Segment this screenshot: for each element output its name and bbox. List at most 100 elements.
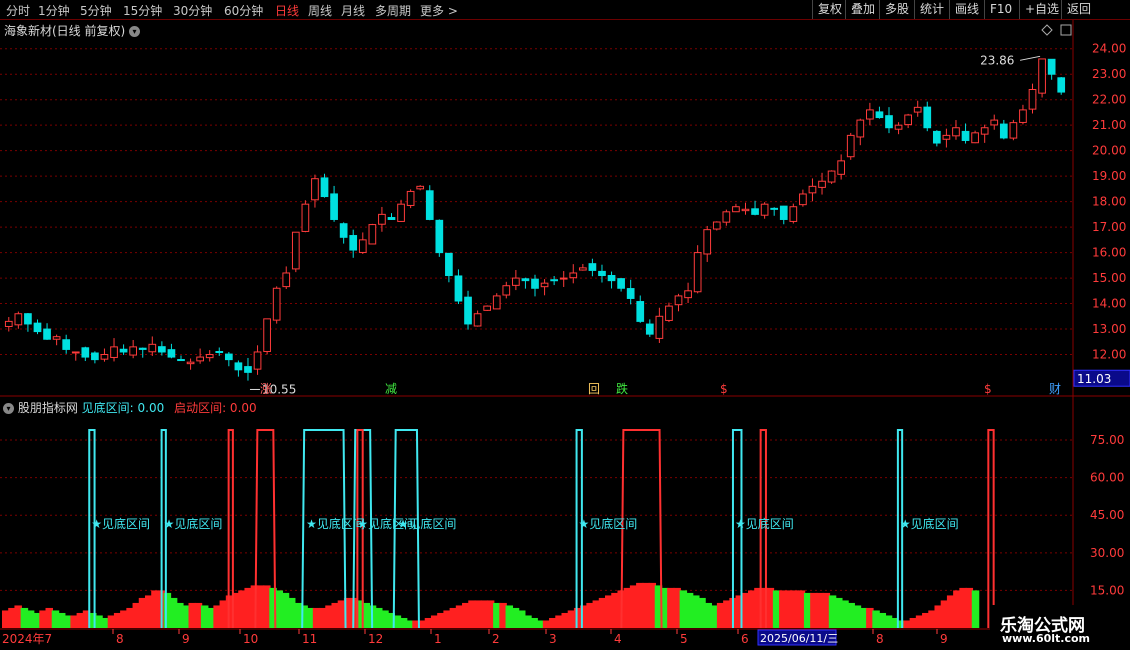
candlestick <box>980 127 989 135</box>
candlestick <box>636 301 645 322</box>
candlestick <box>1009 122 1018 139</box>
price-tick-label: 21.00 <box>1092 118 1126 132</box>
candlestick <box>818 180 826 188</box>
candlestick <box>578 267 587 271</box>
date-label: 8 <box>116 632 124 646</box>
candlestick <box>244 366 252 373</box>
stock-title: 海象新材(日线 前复权) <box>4 24 126 38</box>
price-tick-label: 24.00 <box>1092 42 1126 56</box>
cursor-date-label: 2025/06/11/三 <box>760 632 838 645</box>
event-marker: $ <box>984 382 992 396</box>
tab-5min[interactable]: 5分钟 <box>80 2 112 19</box>
candlestick <box>712 221 721 230</box>
candlestick <box>512 277 520 286</box>
candlestick <box>598 270 606 277</box>
indicator-tick-label: 60.00 <box>1090 471 1124 485</box>
candlestick <box>301 203 310 232</box>
candlestick <box>473 313 482 327</box>
price-tick-label: 13.00 <box>1092 322 1126 336</box>
tab-1min[interactable]: 1分钟 <box>38 2 70 19</box>
draw-line-button[interactable]: 画线 <box>949 0 984 19</box>
candlestick <box>119 348 128 353</box>
candlestick <box>722 211 731 223</box>
back-button[interactable]: 返回 <box>1061 0 1096 19</box>
candlestick <box>531 278 539 289</box>
candlestick <box>14 313 23 326</box>
candlestick <box>913 106 922 113</box>
price-tick-label: 14.00 <box>1092 297 1126 311</box>
candlestick <box>425 190 434 220</box>
adjust-button[interactable]: 复权 <box>812 0 847 19</box>
candlestick <box>1038 58 1046 94</box>
tab-weekly[interactable]: 周线 <box>308 2 332 19</box>
date-label: 5 <box>680 632 688 646</box>
candlestick <box>770 207 779 210</box>
indicator-tick-label: 15.00 <box>1090 583 1124 597</box>
candlestick <box>311 178 319 201</box>
candlestick <box>224 353 233 361</box>
candlestick <box>81 347 90 358</box>
candlestick <box>129 346 138 356</box>
candlestick <box>942 134 951 140</box>
bottom-zone-label: ★见底区间 <box>900 516 959 531</box>
candlestick <box>52 336 61 340</box>
indicator-tick-label: 45.00 <box>1090 508 1124 522</box>
event-marker: 跌 <box>616 381 628 396</box>
indicator-dropdown-icon[interactable]: ▾ <box>3 403 14 414</box>
indicator-tick-label: 75.00 <box>1090 433 1124 447</box>
candlestick <box>435 219 444 254</box>
date-label: 4 <box>614 632 622 646</box>
indicator-bar <box>971 590 980 628</box>
indicator-value-start: 启动区间: 0.00 <box>174 401 257 415</box>
price-tick-label: 18.00 <box>1092 195 1126 209</box>
tab-30min[interactable]: 30分钟 <box>173 2 212 19</box>
candlestick <box>167 349 176 358</box>
candlestick <box>827 170 836 183</box>
tab-multi-period[interactable]: 多周期 <box>375 2 411 19</box>
candlestick <box>588 263 597 271</box>
date-label: 11 <box>302 632 317 646</box>
price-tick-label: 15.00 <box>1092 271 1126 285</box>
candlestick <box>837 160 846 175</box>
event-marker: 财 <box>1049 382 1061 396</box>
period-toolbar: 分时 1分钟 5分钟 15分钟 30分钟 60分钟 日线 周线 月线 多周期 更… <box>0 0 1130 20</box>
stock-chart[interactable]: 12.00 13.00 14.00 15.00 16.00 17.00 18.00 19.00… <box>0 0 1130 650</box>
current-price-label: 11.03 <box>1077 372 1111 386</box>
candlestick <box>665 305 673 321</box>
candlestick <box>43 328 51 340</box>
event-marker: 涨 <box>260 381 272 396</box>
f10-button[interactable]: F10 <box>984 0 1017 19</box>
candlestick <box>521 278 530 282</box>
candlestick <box>196 356 204 362</box>
title-dropdown-icon[interactable]: ▾ <box>129 26 141 37</box>
statistics-button[interactable]: 统计 <box>914 0 949 19</box>
candlestick <box>760 203 769 216</box>
tab-daily[interactable]: 日线 <box>275 2 299 19</box>
tab-intraday[interactable]: 分时 <box>6 2 30 19</box>
candlestick <box>674 295 683 306</box>
price-tick-label: 16.00 <box>1092 246 1126 260</box>
candlestick <box>799 193 807 206</box>
candlestick <box>932 130 941 144</box>
tab-15min[interactable]: 15分钟 <box>123 2 162 19</box>
candlestick <box>789 206 798 222</box>
date-label: 10 <box>243 632 258 646</box>
candlestick <box>406 190 415 206</box>
candlestick <box>732 206 740 213</box>
overlay-button[interactable]: 叠加 <box>845 0 880 19</box>
bottom-zone-label: ★见底区间 <box>306 516 365 531</box>
candlestick <box>999 123 1008 139</box>
candlestick <box>272 287 281 321</box>
multi-stock-button[interactable]: 多股 <box>879 0 914 19</box>
candlestick <box>808 185 817 194</box>
tab-more[interactable]: 更多 > <box>420 2 458 19</box>
tab-monthly[interactable]: 月线 <box>341 2 365 19</box>
candlestick <box>387 217 396 220</box>
candlestick <box>751 208 759 215</box>
candlestick <box>234 362 243 371</box>
watermark-logo: 乐淘公式网 www.60lt.com <box>990 605 1130 650</box>
add-watchlist-button[interactable]: +自选 <box>1019 0 1064 19</box>
candlestick <box>148 343 157 353</box>
event-marker: 回 <box>588 382 600 396</box>
tab-60min[interactable]: 60分钟 <box>224 2 263 19</box>
